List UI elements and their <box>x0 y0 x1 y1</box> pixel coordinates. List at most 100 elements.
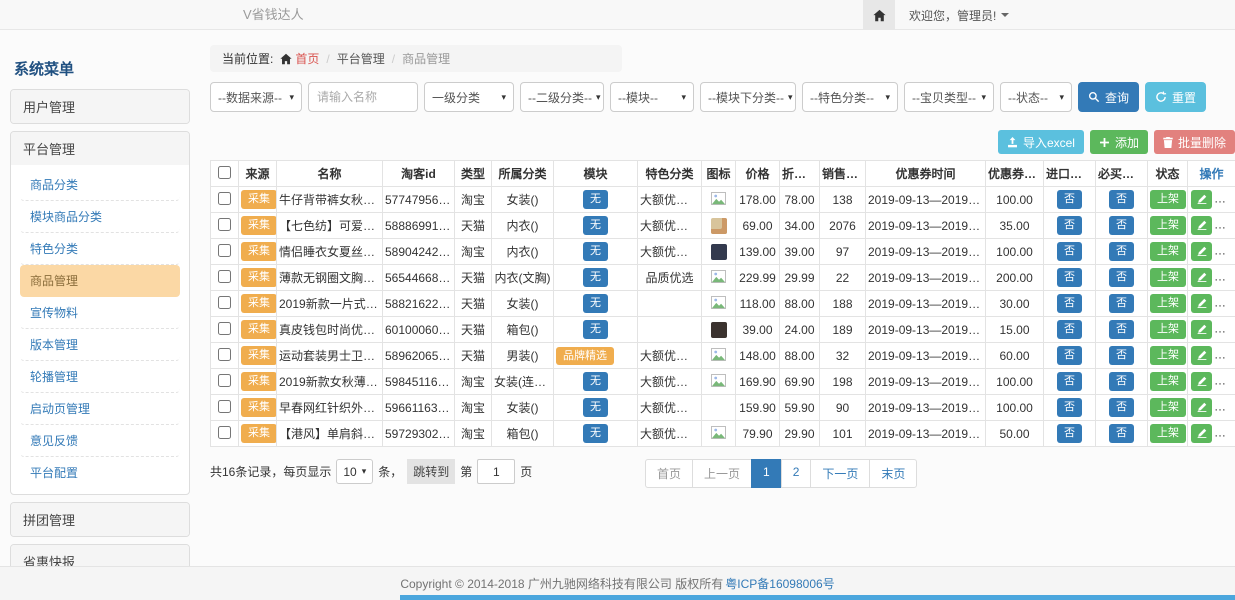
status-cell: 上架 <box>1148 187 1188 213</box>
copyright-text: Copyright © 2014-2018 广州九驰网络科技有限公司 版权所有 <box>400 575 723 592</box>
edit-button[interactable] <box>1191 320 1212 339</box>
name-cell: 真皮钱包时尚优雅女士... <box>277 317 383 343</box>
edit-button[interactable] <box>1191 346 1212 365</box>
home-button[interactable] <box>863 0 895 30</box>
filter-select-module[interactable]: --模块--▾ <box>610 82 694 112</box>
sidebar-panel-header[interactable]: 拼团管理 <box>11 503 189 536</box>
sidebar-subitem[interactable]: 启动页管理 <box>20 393 180 425</box>
sidebar-subitem[interactable]: 商品管理 <box>20 265 180 297</box>
must-buy-cell: 否 <box>1096 187 1148 213</box>
edit-button[interactable] <box>1191 398 1212 417</box>
must-buy-badge: 否 <box>1109 398 1134 416</box>
coupon-time-cell: 2019-09-13—2019-09-20 <box>866 317 986 343</box>
row-checkbox[interactable] <box>218 374 231 387</box>
per-page-select[interactable]: 10 ▾ <box>336 459 373 484</box>
must-buy-cell: 否 <box>1096 369 1148 395</box>
filter-select-level2-category[interactable]: --二级分类--▾ <box>520 82 604 112</box>
chevron-down-icon: ▾ <box>681 92 686 103</box>
pager-item[interactable]: 末页 <box>869 459 917 488</box>
ops-cell <box>1188 239 1235 265</box>
chevron-down-icon: ▾ <box>501 92 506 103</box>
row-checkbox[interactable] <box>218 218 231 231</box>
icon-cell <box>702 317 736 343</box>
sidebar-panel-header[interactable]: 平台管理 <box>11 132 189 165</box>
filter-select-module-subcategory[interactable]: --模块下分类--▾ <box>700 82 796 112</box>
row-checkbox[interactable] <box>218 244 231 257</box>
filter-select-level1-category[interactable]: 一级分类▾ <box>424 82 514 112</box>
ops-cell <box>1188 369 1235 395</box>
row-checkbox[interactable] <box>218 270 231 283</box>
filter-select-item-type[interactable]: --宝贝类型--▾ <box>904 82 994 112</box>
icp-link[interactable]: 粤ICP备16098006号 <box>725 575 834 592</box>
filter-select-data-source[interactable]: --数据来源--▾ <box>210 82 302 112</box>
icon-cell <box>702 369 736 395</box>
edit-button[interactable] <box>1191 242 1212 261</box>
checkbox-cell <box>211 291 239 317</box>
reset-button[interactable]: 重置 <box>1145 82 1206 112</box>
source-badge: 采集 <box>241 424 277 442</box>
sidebar-subitem[interactable]: 模块商品分类 <box>20 201 180 233</box>
edit-button[interactable] <box>1191 216 1212 235</box>
row-checkbox[interactable] <box>218 322 231 335</box>
status-cell: 上架 <box>1148 395 1188 421</box>
broken-image-icon <box>711 194 726 208</box>
sidebar-subitem[interactable]: 商品分类 <box>20 169 180 201</box>
edit-button[interactable] <box>1191 190 1212 209</box>
sidebar-subitem[interactable]: 版本管理 <box>20 329 180 361</box>
pager-item[interactable]: 上一页 <box>692 459 752 488</box>
row-checkbox[interactable] <box>218 426 231 439</box>
edit-button[interactable] <box>1191 268 1212 287</box>
sales-cell: 90 <box>820 395 866 421</box>
discount-price-cell: 59.90 <box>780 395 820 421</box>
category-cell: 女装(连衣裙) <box>492 369 554 395</box>
table-row: 采集运动套装男士卫衣初秋...589620659791天猫男装()品牌精选爱上运… <box>211 343 1235 369</box>
product-thumbnail <box>711 218 727 234</box>
checkbox-cell <box>211 265 239 291</box>
checkbox-cell <box>211 395 239 421</box>
jump-button[interactable]: 跳转到 <box>407 459 455 484</box>
price-cell: 148.00 <box>736 343 780 369</box>
breadcrumb-section[interactable]: 平台管理 <box>337 50 385 67</box>
batch-delete-button[interactable]: 批量删除 <box>1154 130 1235 154</box>
row-checkbox[interactable] <box>218 400 231 413</box>
select-all-checkbox[interactable] <box>218 166 231 179</box>
sidebar-subitem[interactable]: 轮播管理 <box>20 361 180 393</box>
sidebar-subitem[interactable]: 平台配置 <box>20 457 180 488</box>
row-checkbox[interactable] <box>218 296 231 309</box>
user-menu[interactable]: 欢迎您，管理员! <box>909 7 1009 24</box>
search-button[interactable]: 查询 <box>1078 82 1139 112</box>
filter-select-status[interactable]: --状态--▾ <box>1000 82 1072 112</box>
pager-item[interactable]: 2 <box>781 459 812 488</box>
sidebar-subitem[interactable]: 宣传物料 <box>20 297 180 329</box>
must-buy-badge: 否 <box>1109 216 1134 234</box>
coupon-amount-cell: 100.00 <box>986 369 1044 395</box>
edit-button[interactable] <box>1191 424 1212 443</box>
taoke-id-cell: 588869917501 <box>383 213 455 239</box>
sidebar-subitem[interactable]: 意见反馈 <box>20 425 180 457</box>
pager-item[interactable]: 1 <box>751 459 782 488</box>
name-search-input[interactable] <box>308 82 418 112</box>
row-checkbox[interactable] <box>218 192 231 205</box>
edit-button[interactable] <box>1191 372 1212 391</box>
pager-item[interactable]: 下一页 <box>810 459 870 488</box>
pager-item[interactable]: 首页 <box>645 459 693 488</box>
type-cell: 天猫 <box>455 291 492 317</box>
breadcrumb-home-link[interactable]: 首页 <box>280 50 319 67</box>
add-button[interactable]: 添加 <box>1090 130 1148 154</box>
sidebar-title: 系统菜单 <box>10 50 190 89</box>
sidebar-panel-header[interactable]: 用户管理 <box>11 90 189 123</box>
sidebar-subitem[interactable]: 特色分类 <box>20 233 180 265</box>
filter-select-feature-category[interactable]: --特色分类--▾ <box>802 82 898 112</box>
status-cell: 上架 <box>1148 317 1188 343</box>
import-excel-button[interactable]: 导入excel <box>998 130 1084 154</box>
module-badge: 无 <box>583 294 608 312</box>
sidebar-panel: 平台管理商品分类模块商品分类特色分类商品管理宣传物料版本管理轮播管理启动页管理意… <box>10 131 190 495</box>
jump-page-input[interactable] <box>477 459 515 484</box>
broken-image-icon <box>711 428 726 442</box>
breadcrumb-current: 商品管理 <box>402 50 450 67</box>
breadcrumb-separator: / <box>392 52 395 66</box>
row-checkbox[interactable] <box>218 348 231 361</box>
feature-cell: 大额优惠券 <box>638 395 702 421</box>
sales-cell: 189 <box>820 317 866 343</box>
edit-button[interactable] <box>1191 294 1212 313</box>
